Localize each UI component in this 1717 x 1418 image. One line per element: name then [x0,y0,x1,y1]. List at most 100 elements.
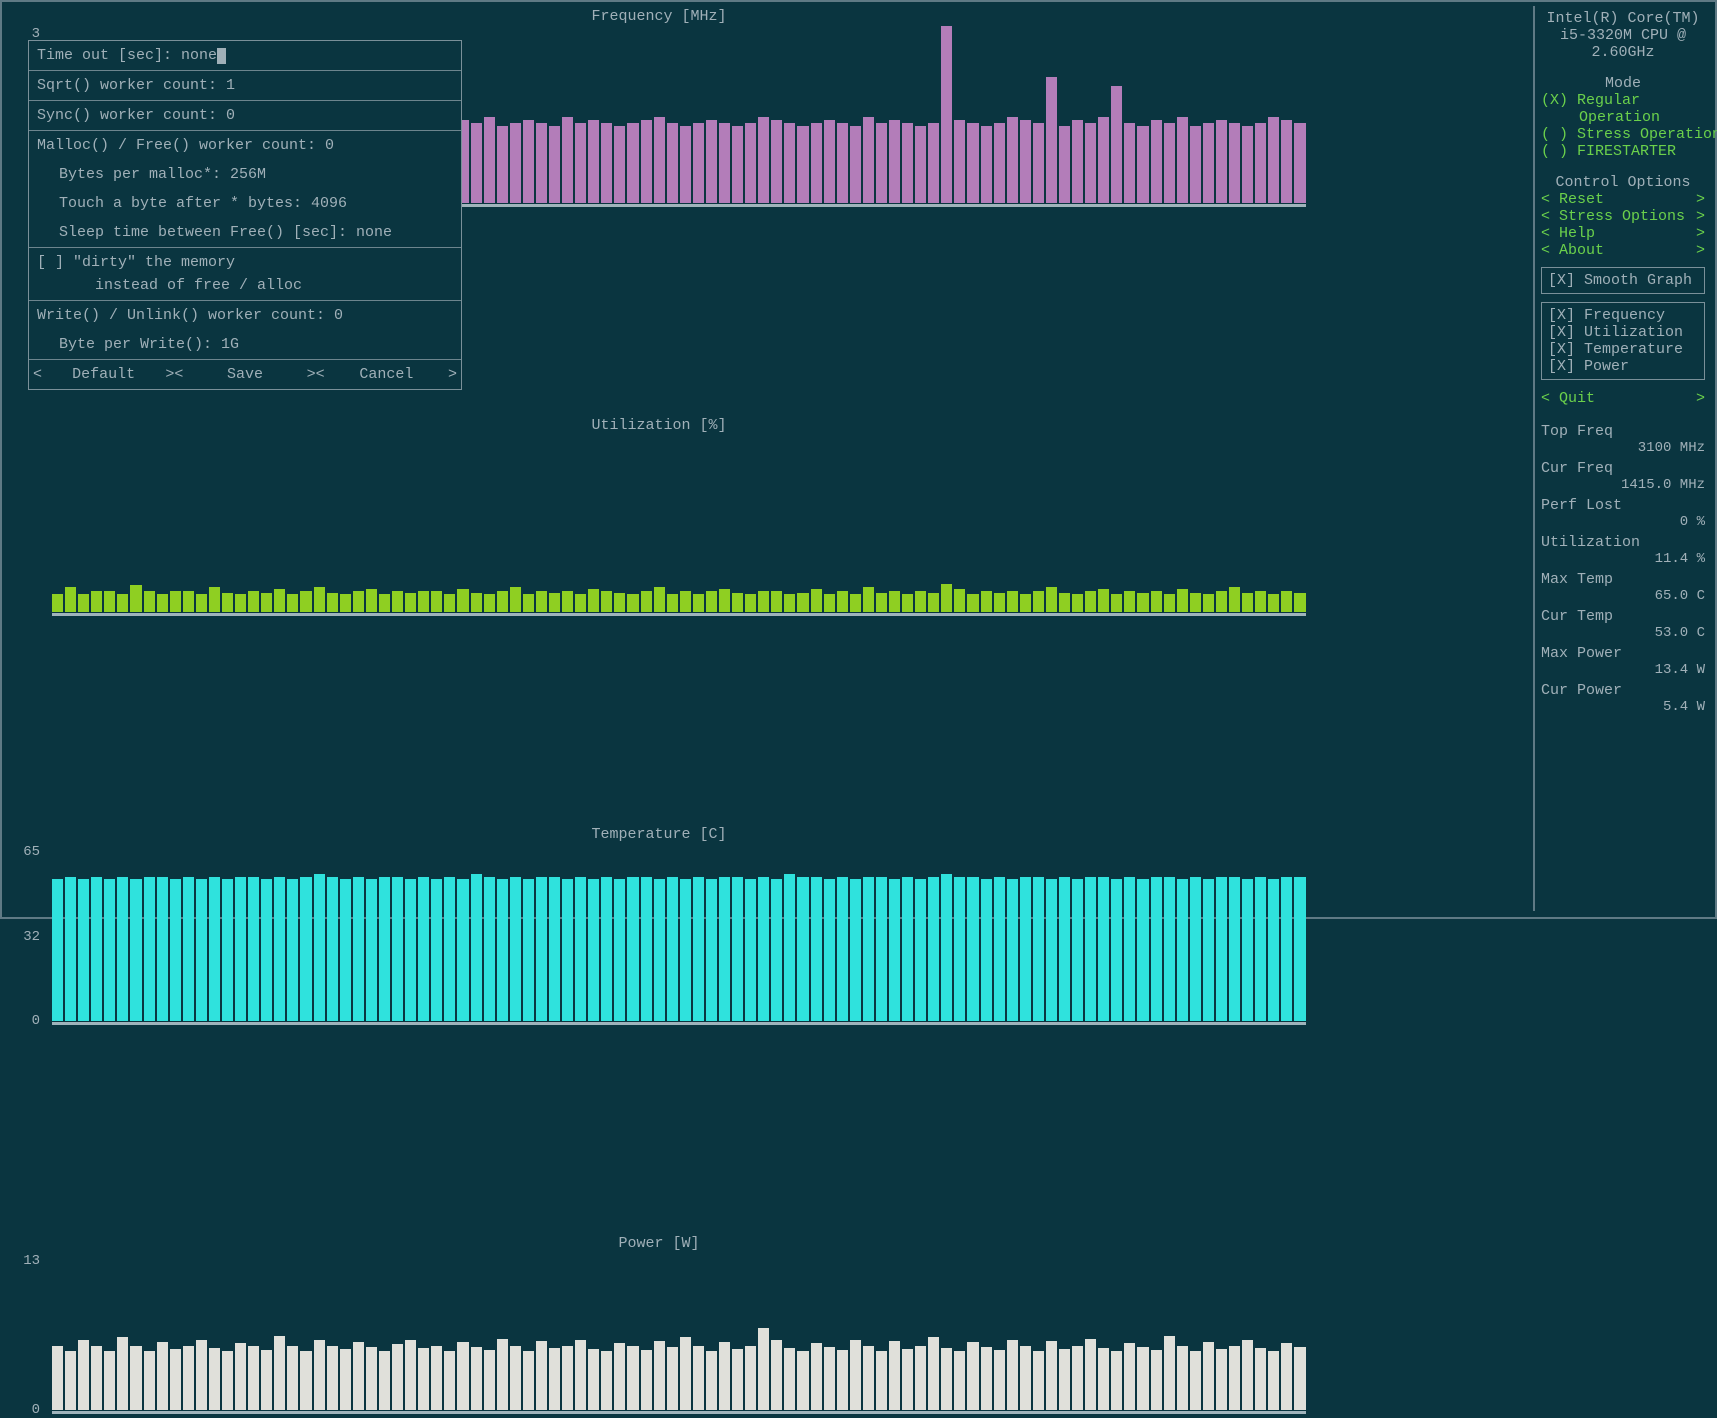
bar [588,879,599,1021]
mode-stress[interactable]: ( ) Stress Operation [1541,126,1705,143]
bar [274,877,285,1021]
bar [994,593,1005,612]
stat-value: 13.4 W [1541,662,1705,678]
toggle-power[interactable]: [X] Power [1548,358,1698,375]
bar [1085,877,1096,1021]
bar [444,1351,455,1410]
bar [340,879,351,1021]
bar [981,591,992,612]
field-sleep-time[interactable]: Sleep time between Free() [sec]: none [29,218,461,247]
bar [366,879,377,1021]
bar [654,117,665,203]
bar [719,123,730,203]
bar [863,587,874,612]
toggle-utilization[interactable]: [X] Utilization [1548,324,1698,341]
bar [510,587,521,612]
toggle-smooth-graph[interactable]: [X] Smooth Graph [1541,267,1705,294]
bar [614,593,625,612]
control-about[interactable]: < About> [1541,242,1705,259]
bar [562,1346,573,1410]
bar [497,879,508,1021]
bar [1059,1349,1070,1410]
control-stress-options[interactable]: < Stress Options> [1541,208,1705,225]
default-button[interactable]: Default [42,366,165,383]
quit-button[interactable]: < Quit> [1541,390,1705,407]
bar [876,1351,887,1410]
bar [667,123,678,203]
field-timeout[interactable]: Time out [sec]: none [29,41,461,70]
bar [824,879,835,1021]
bar [641,1350,652,1410]
bar [1085,123,1096,203]
chart-temperature-title: Temperature [C] [8,826,1310,843]
bar [758,877,769,1021]
bar [471,874,482,1021]
bar [863,877,874,1021]
bar [889,1341,900,1410]
field-sync-workers[interactable]: Sync() worker count: 0 [29,100,461,130]
stat-value: 65.0 C [1541,588,1705,604]
dialog-button-row: < Default >< Save >< Cancel > [29,359,461,389]
bar [471,123,482,203]
bar [144,1351,155,1410]
bar [1242,1340,1253,1410]
bar [745,879,756,1021]
mode-regular[interactable]: (X) Regular Operation [1541,92,1705,126]
bar [196,594,207,612]
bar [784,874,795,1021]
bar [837,1350,848,1410]
bar [1059,593,1070,612]
bar [52,1346,63,1410]
field-touch-byte[interactable]: Touch a byte after * bytes: 4096 [29,189,461,218]
bar [941,1348,952,1410]
mode-firestarter[interactable]: ( ) FIRESTARTER [1541,143,1705,160]
bar [1268,1351,1279,1410]
bar [680,1337,691,1410]
bar [1177,879,1188,1021]
bar [431,1346,442,1410]
field-byte-per-write[interactable]: Byte per Write(): 1G [29,330,461,359]
bar [1137,593,1148,612]
bar [641,120,652,203]
chart-power: Power [W] 13 0 [8,1235,1310,1418]
bar [667,1347,678,1410]
bar [811,1343,822,1410]
bar [811,123,822,203]
bar [1033,123,1044,203]
bar [314,1340,325,1410]
bar [1216,877,1227,1021]
checkbox-dirty-memory[interactable]: [ ] "dirty" the memory [29,247,461,277]
bar [274,1336,285,1410]
toggle-temperature[interactable]: [X] Temperature [1548,341,1698,358]
control-reset[interactable]: < Reset> [1541,191,1705,208]
bar [627,123,638,203]
bar [1281,120,1292,203]
toggle-frequency[interactable]: [X] Frequency [1548,307,1698,324]
bar [1268,594,1279,612]
bar [889,591,900,612]
bar [824,1347,835,1410]
bar [1268,117,1279,203]
bar [994,1350,1005,1410]
cancel-button[interactable]: Cancel [325,366,448,383]
control-help[interactable]: < Help> [1541,225,1705,242]
field-sqrt-workers[interactable]: Sqrt() worker count: 1 [29,70,461,100]
field-bytes-per-malloc[interactable]: Bytes per malloc*: 256M [29,160,461,189]
bar [981,126,992,203]
bar [850,879,861,1021]
bar [654,587,665,612]
bar [784,1348,795,1410]
bar [1124,877,1135,1021]
chart-temperature: Temperature [C] 65 32 0 [8,826,1310,1029]
bar [1151,877,1162,1021]
field-malloc-workers[interactable]: Malloc() / Free() worker count: 0 [29,130,461,160]
bar [745,594,756,612]
save-button[interactable]: Save [183,366,306,383]
bar [1229,587,1240,612]
bar [418,1348,429,1410]
bar [941,874,952,1021]
bar [392,877,403,1021]
bar [91,877,102,1021]
bar [444,877,455,1021]
field-write-workers[interactable]: Write() / Unlink() worker count: 0 [29,300,461,330]
